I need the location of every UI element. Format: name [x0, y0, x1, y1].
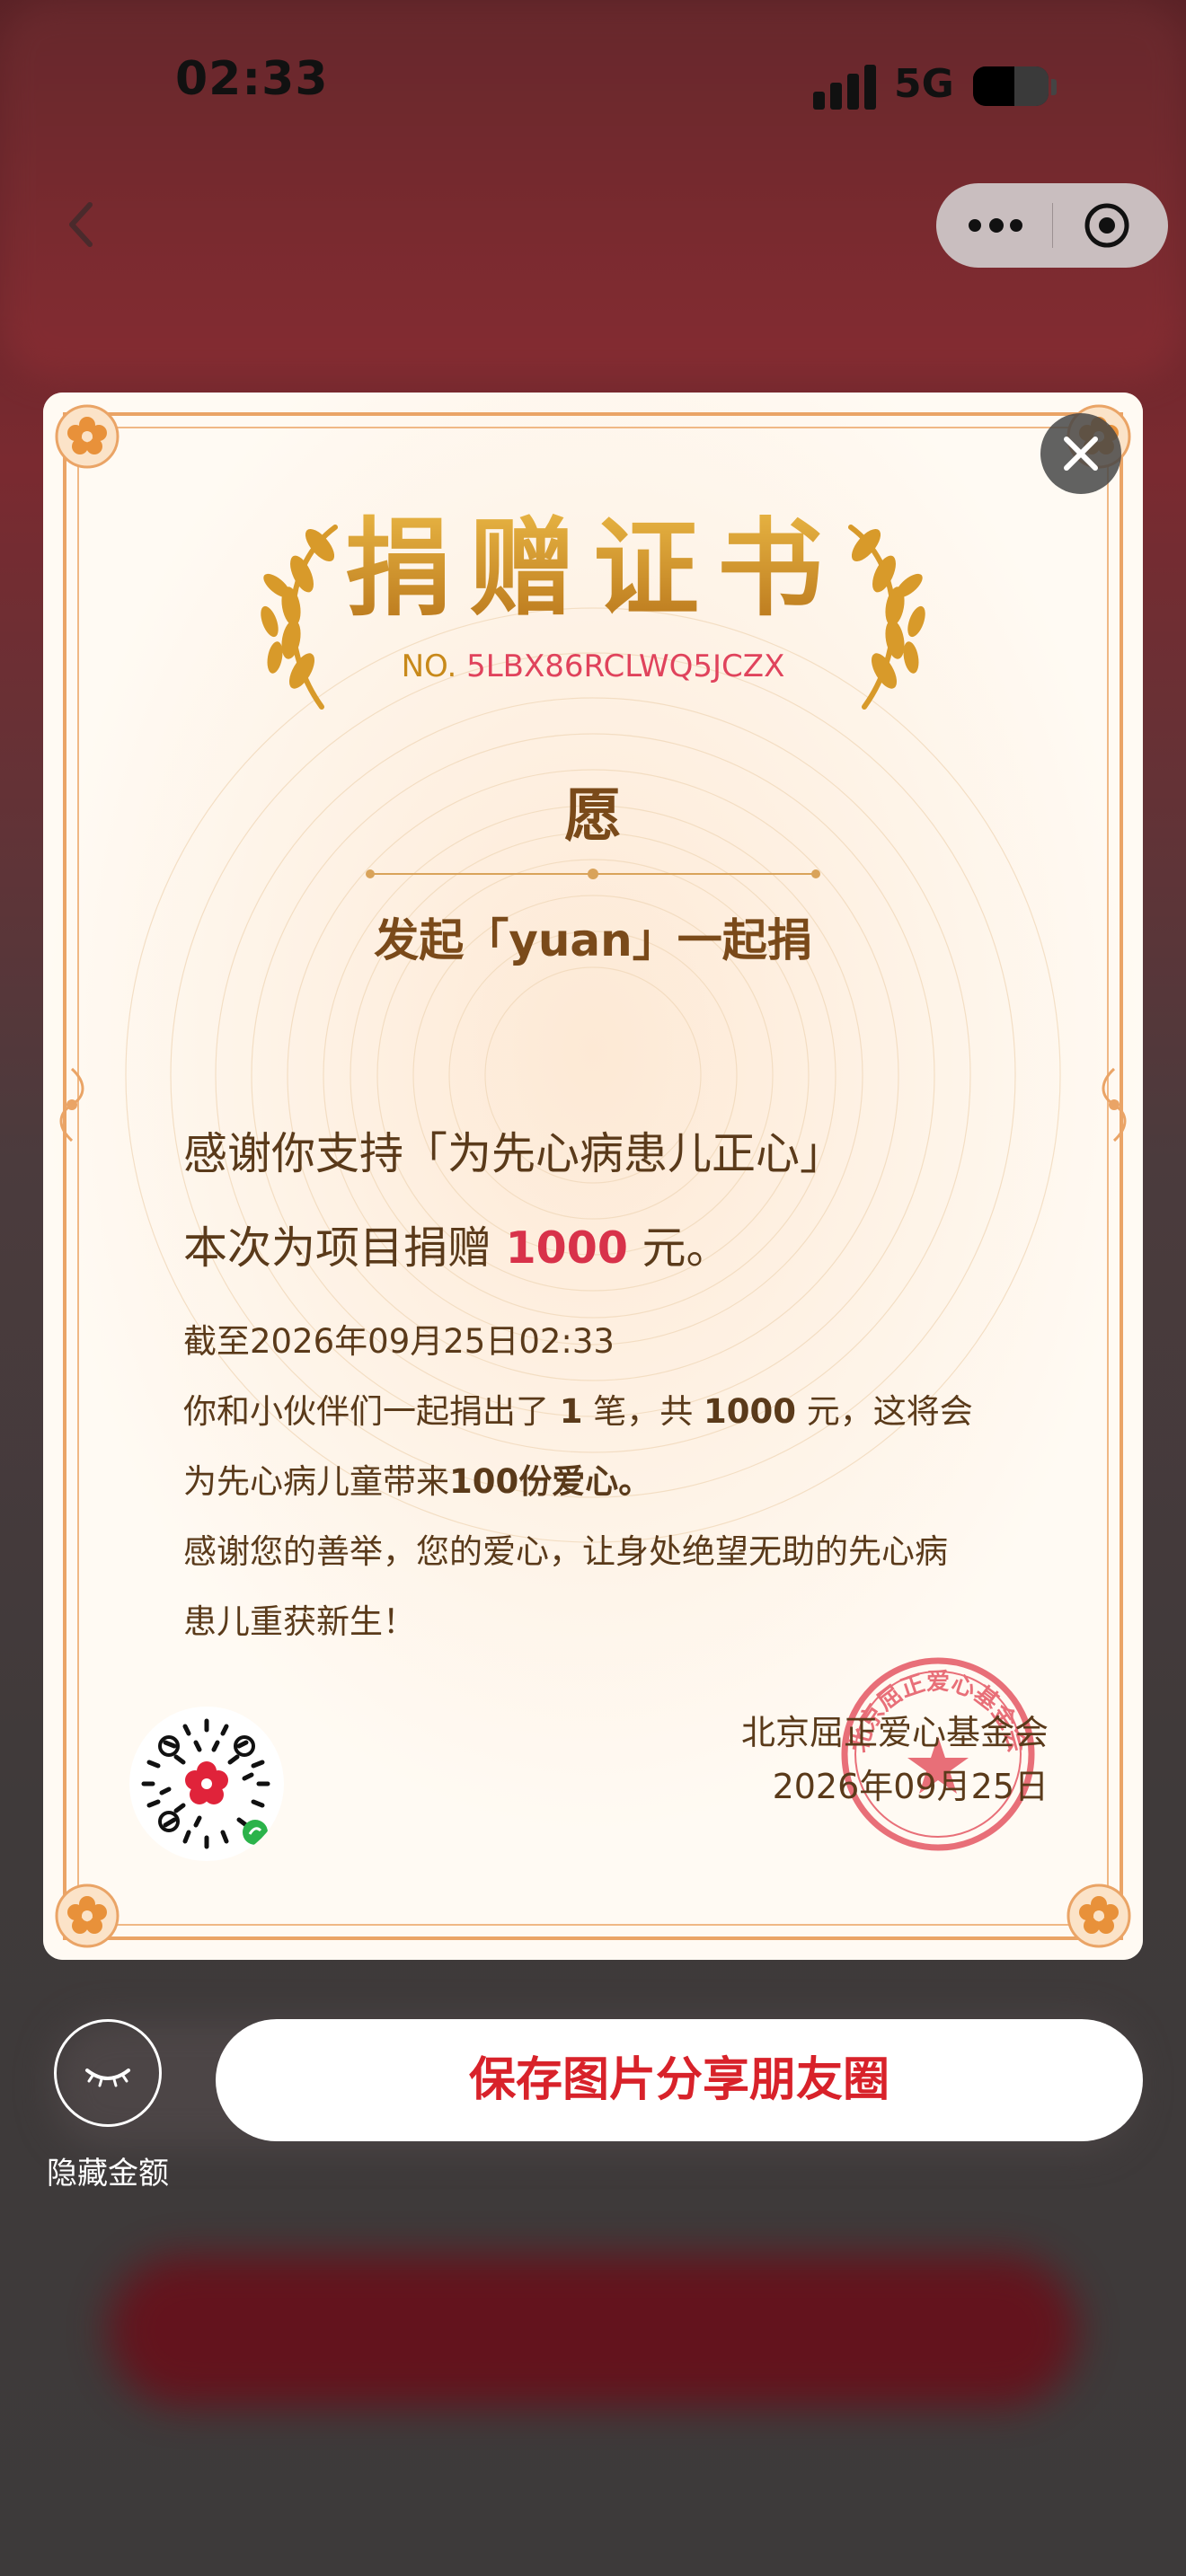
save-share-button[interactable]: 保存图片分享朋友圈	[216, 2019, 1143, 2141]
mini-program-code	[129, 1707, 284, 1861]
issuer-name: 北京屈正爱心基金会	[740, 1713, 1049, 1752]
hearts-count: 100份爱心。	[449, 1462, 652, 1501]
detail-line-rebirth: 患儿重获新生！	[183, 1602, 416, 1641]
donation-certificate: 捐赠证书 NO. 5LBX86RCLWQ5JCZX 愿 发起「yuan」一起捐 …	[43, 393, 1143, 1960]
side-ornament-icon	[59, 1067, 84, 1142]
detail-text: 元，这将会	[796, 1392, 973, 1431]
corner-flower-icon	[1067, 1883, 1131, 1948]
mini-program-capsule	[936, 183, 1168, 268]
capsule-divider	[1052, 203, 1053, 248]
detail-text: 你和小伙伴们一起捐出了	[183, 1392, 560, 1431]
thanks-line-project: 感谢你支持「为先心病患儿正心」	[183, 1128, 845, 1179]
battery-tip	[1051, 79, 1057, 95]
close-button[interactable]	[1040, 413, 1121, 494]
corner-flower-icon	[55, 404, 119, 469]
hide-amount-button[interactable]	[54, 2019, 162, 2127]
certificate-title: 捐赠证书	[43, 482, 1143, 636]
issuer-block: 北京屈正爱心基金会 2026年09月25日	[741, 1706, 1049, 1813]
title-separator	[366, 869, 820, 879]
detail-line-blessing: 感谢您的善举，您的爱心，让身处绝望无助的先心病	[183, 1532, 948, 1571]
more-dots-icon[interactable]	[969, 210, 1022, 241]
certificate-number-code: 5LBX86RCLWQ5JCZX	[466, 648, 785, 684]
detail-line-count: 你和小伙伴们一起捐出了 1 笔，共 1000 元，这将会	[183, 1377, 1046, 1447]
status-bar: 02:33 5G	[0, 0, 1186, 171]
donation-amount: 1000	[505, 1222, 628, 1274]
network-label: 5G	[894, 61, 954, 107]
status-time: 02:33	[175, 52, 329, 106]
hide-amount-label[interactable]: 隐藏金额	[36, 2148, 180, 2192]
issue-date: 2026年09月25日	[772, 1767, 1049, 1806]
side-ornament-icon	[1102, 1067, 1127, 1142]
battery-icon	[973, 66, 1049, 106]
as-of-date: 截至2026年09月25日02:33	[183, 1322, 615, 1361]
detail-text: 为先心病儿童带来	[183, 1462, 449, 1501]
certificate-number-prefix: NO.	[401, 648, 467, 684]
amount-prefix: 本次为项目捐赠	[183, 1222, 506, 1274]
wish-character: 愿	[564, 783, 622, 850]
certificate-number: NO. 5LBX86RCLWQ5JCZX	[43, 648, 1143, 684]
background-donate-button	[108, 2254, 1078, 2407]
corner-flower-icon	[55, 1883, 119, 1948]
chevron-left-icon[interactable]	[63, 198, 99, 251]
detail-line-hearts: 为先心病儿童带来100份爱心。	[183, 1447, 1046, 1517]
detail-text: 笔，共	[582, 1392, 704, 1431]
initiator-line: 发起「yuan」一起捐	[374, 914, 812, 966]
thanks-block: 感谢你支持「为先心病患儿正心」 本次为项目捐赠 1000 元。	[183, 1107, 844, 1295]
amount-suffix: 元。	[627, 1222, 730, 1274]
donation-total: 1000	[704, 1392, 797, 1431]
close-icon	[1064, 437, 1098, 471]
signal-icon	[813, 63, 876, 110]
target-icon[interactable]	[1083, 201, 1131, 250]
eye-closed-icon	[85, 2069, 130, 2087]
thanks-line-amount: 本次为项目捐赠 1000 元。	[183, 1201, 844, 1295]
detail-block: 截至2026年09月25日02:33 你和小伙伴们一起捐出了 1 笔，共 100…	[183, 1307, 1046, 1657]
donation-count: 1	[559, 1392, 583, 1431]
